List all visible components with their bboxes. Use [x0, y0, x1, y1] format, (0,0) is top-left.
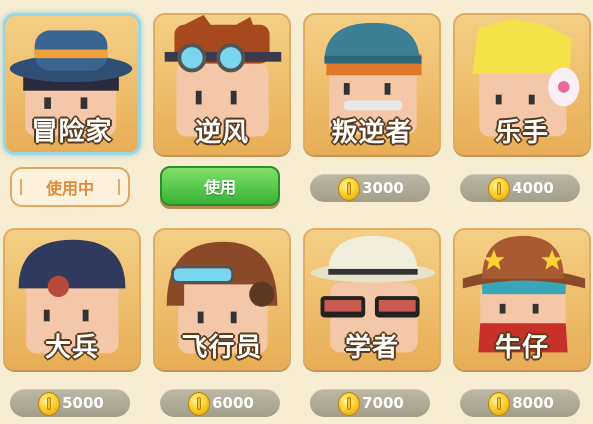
price-value: 8000 — [512, 394, 554, 412]
gold-coin-icon — [338, 392, 360, 416]
character-name: 大兵 — [44, 333, 99, 363]
character-name: 牛仔 — [494, 333, 549, 363]
price-tag-rebel[interactable]: 3000 — [310, 174, 430, 202]
gold-coin-icon — [338, 177, 360, 201]
price-value: 7000 — [362, 394, 404, 412]
gold-coin-icon — [488, 392, 510, 416]
use-button[interactable]: 使用 — [160, 166, 280, 206]
price-tag-musician[interactable]: 4000 — [460, 174, 580, 202]
character-card-scholar[interactable]: 学者 — [303, 228, 441, 370]
character-card-pilot[interactable]: 飞行员 — [153, 228, 291, 370]
price-tag-pilot[interactable]: 6000 — [160, 389, 280, 417]
price-value: 3000 — [362, 179, 404, 197]
character-grid: 冒险家 逆风 叛逆者 乐手 使用中 使用 3000 4000 大兵 飞行员 学者… — [0, 0, 593, 424]
character-card-adventurer[interactable]: 冒险家 — [3, 13, 141, 155]
price-value: 4000 — [512, 179, 554, 197]
character-card-headwind[interactable]: 逆风 — [153, 13, 291, 155]
character-name: 叛逆者 — [331, 118, 413, 148]
gold-coin-icon — [488, 177, 510, 201]
character-card-cowboy[interactable]: 牛仔 — [453, 228, 591, 370]
character-name: 乐手 — [494, 118, 549, 148]
character-name: 冒险家 — [31, 117, 113, 147]
gold-coin-icon — [188, 392, 210, 416]
character-card-musician[interactable]: 乐手 — [453, 13, 591, 155]
price-tag-soldier[interactable]: 5000 — [10, 389, 130, 417]
price-value: 6000 — [212, 394, 254, 412]
character-card-soldier[interactable]: 大兵 — [3, 228, 141, 370]
price-tag-cowboy[interactable]: 8000 — [460, 389, 580, 417]
character-name: 逆风 — [194, 118, 249, 148]
gold-coin-icon — [38, 392, 60, 416]
price-tag-scholar[interactable]: 7000 — [310, 389, 430, 417]
in-use-badge: 使用中 — [10, 167, 130, 207]
character-name: 飞行员 — [181, 333, 263, 363]
price-value: 5000 — [62, 394, 104, 412]
character-name: 学者 — [344, 333, 399, 363]
character-card-rebel[interactable]: 叛逆者 — [303, 13, 441, 155]
